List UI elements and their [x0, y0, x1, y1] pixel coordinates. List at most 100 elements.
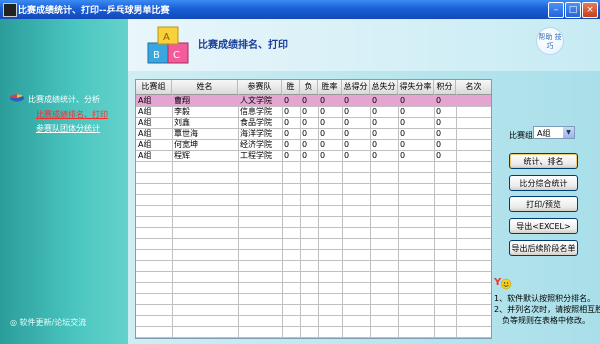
cell-name[interactable]: 刘鑫: [172, 117, 238, 128]
column-header-point-ratio[interactable]: 得失分率: [398, 80, 434, 94]
minimize-button[interactable]: –: [548, 2, 564, 18]
cell-score[interactable]: 0: [434, 139, 456, 150]
cell-wins[interactable]: 0: [282, 150, 300, 161]
rank-button[interactable]: 统计、排名: [509, 153, 578, 169]
table-row[interactable]: A组 程辉 工程学院 0 0 0 0 0 0 0: [136, 150, 491, 161]
cell-point-ratio[interactable]: 0: [398, 106, 434, 117]
cell-group[interactable]: A组: [136, 95, 172, 106]
cell-rank[interactable]: [456, 106, 491, 117]
table-row[interactable]: A组 覃世海 海洋学院 0 0 0 0 0 0 0: [136, 128, 491, 139]
cell-rank[interactable]: [456, 139, 491, 150]
score-summary-button[interactable]: 比分综合统计: [509, 175, 578, 191]
cell-name[interactable]: 程辉: [172, 150, 238, 161]
cell-point-ratio[interactable]: 0: [398, 139, 434, 150]
cell-score[interactable]: 0: [434, 106, 456, 117]
cell-wins[interactable]: 0: [282, 106, 300, 117]
cell-group[interactable]: A组: [136, 117, 172, 128]
cell-name[interactable]: 李毅: [172, 106, 238, 117]
column-header-team[interactable]: 参赛队: [238, 80, 282, 94]
column-header-score[interactable]: 积分: [434, 80, 456, 94]
cell-team[interactable]: 海洋学院: [238, 128, 282, 139]
help-tips-button[interactable]: 帮助 技巧: [536, 27, 564, 55]
export-next-stage-button[interactable]: 导出后续阶段名单: [509, 240, 578, 256]
column-header-name[interactable]: 姓名: [172, 80, 238, 94]
cell-rank[interactable]: [456, 150, 491, 161]
cell-rank[interactable]: [456, 117, 491, 128]
cell-losses[interactable]: 0: [300, 95, 318, 106]
export-excel-button[interactable]: 导出<EXCEL>: [509, 218, 578, 234]
chevron-down-icon[interactable]: ▼: [563, 127, 574, 138]
cell-losses[interactable]: 0: [300, 150, 318, 161]
column-header-points-against[interactable]: 总失分: [370, 80, 398, 94]
cell-score[interactable]: 0: [434, 95, 456, 106]
sidebar-item-team-score[interactable]: 参赛队团体分统计: [36, 123, 100, 134]
column-header-win-rate[interactable]: 胜率: [318, 80, 342, 94]
cell-name[interactable]: 何宽坤: [172, 139, 238, 150]
cell-score[interactable]: 0: [434, 117, 456, 128]
table-row[interactable]: A组 曹翔 人文学院 0 0 0 0 0 0 0: [136, 95, 491, 106]
cell-points-against[interactable]: 0: [370, 106, 398, 117]
results-table[interactable]: 比赛组 姓名 参赛队 胜 负 胜率 总得分 总失分 得失分率 积分 名次 A组 …: [135, 79, 492, 339]
cell-team[interactable]: 工程学院: [238, 150, 282, 161]
close-button[interactable]: ×: [582, 2, 598, 18]
column-header-wins[interactable]: 胜: [282, 80, 300, 94]
cell-wins[interactable]: 0: [282, 139, 300, 150]
cell-rank[interactable]: [456, 95, 491, 106]
cell-points-for[interactable]: 0: [342, 95, 370, 106]
cell-point-ratio[interactable]: 0: [398, 95, 434, 106]
maximize-button[interactable]: □: [565, 2, 581, 18]
cell-points-against[interactable]: 0: [370, 95, 398, 106]
cell-win-rate[interactable]: 0: [318, 95, 342, 106]
cell-group[interactable]: A组: [136, 139, 172, 150]
software-update-link[interactable]: ◎ 软件更新/论坛交流: [10, 317, 86, 328]
note-line: 负等规则在表格中修改。: [502, 316, 590, 325]
cell-score[interactable]: 0: [434, 128, 456, 139]
group-select[interactable]: A组 ▼: [533, 126, 575, 139]
cell-name[interactable]: 曹翔: [172, 95, 238, 106]
cell-point-ratio[interactable]: 0: [398, 128, 434, 139]
cell-name[interactable]: 覃世海: [172, 128, 238, 139]
cell-team[interactable]: 人文学院: [238, 95, 282, 106]
cell-points-for[interactable]: 0: [342, 128, 370, 139]
cell-losses[interactable]: 0: [300, 117, 318, 128]
cell-rank[interactable]: [456, 128, 491, 139]
column-header-losses[interactable]: 负: [300, 80, 318, 94]
table-row[interactable]: A组 李毅 信息学院 0 0 0 0 0 0 0: [136, 106, 491, 117]
cell-team[interactable]: 经济学院: [238, 139, 282, 150]
cell-score[interactable]: 0: [434, 150, 456, 161]
cell-point-ratio[interactable]: 0: [398, 117, 434, 128]
cell-group[interactable]: A组: [136, 106, 172, 117]
table-row[interactable]: A组 何宽坤 经济学院 0 0 0 0 0 0 0: [136, 139, 491, 150]
cell-points-against[interactable]: 0: [370, 150, 398, 161]
column-header-points-for[interactable]: 总得分: [342, 80, 370, 94]
cell-win-rate[interactable]: 0: [318, 128, 342, 139]
cell-points-for[interactable]: 0: [342, 117, 370, 128]
print-preview-button[interactable]: 打印/预览: [509, 196, 578, 212]
cell-group[interactable]: A组: [136, 128, 172, 139]
cell-losses[interactable]: 0: [300, 128, 318, 139]
cell-win-rate[interactable]: 0: [318, 117, 342, 128]
cell-losses[interactable]: 0: [300, 106, 318, 117]
cell-wins[interactable]: 0: [282, 117, 300, 128]
cell-point-ratio[interactable]: 0: [398, 150, 434, 161]
cell-points-for[interactable]: 0: [342, 106, 370, 117]
column-header-group[interactable]: 比赛组: [136, 80, 172, 94]
cell-points-against[interactable]: 0: [370, 117, 398, 128]
cell-team[interactable]: 信息学院: [238, 106, 282, 117]
cell-points-for[interactable]: 0: [342, 139, 370, 150]
cell-win-rate[interactable]: 0: [318, 139, 342, 150]
cell-group[interactable]: A组: [136, 150, 172, 161]
cell-team[interactable]: 食品学院: [238, 117, 282, 128]
sidebar-item-ranking-print[interactable]: 比赛成绩排名、打印: [36, 109, 108, 120]
cell-wins[interactable]: 0: [282, 95, 300, 106]
cell-win-rate[interactable]: 0: [318, 150, 342, 161]
title-bar[interactable]: 比赛成绩统计、打印--乒乓球男单比赛 – □ ×: [0, 0, 600, 19]
cell-points-against[interactable]: 0: [370, 139, 398, 150]
cell-losses[interactable]: 0: [300, 139, 318, 150]
cell-wins[interactable]: 0: [282, 128, 300, 139]
table-row[interactable]: A组 刘鑫 食品学院 0 0 0 0 0 0 0: [136, 117, 491, 128]
cell-points-for[interactable]: 0: [342, 150, 370, 161]
cell-win-rate[interactable]: 0: [318, 106, 342, 117]
column-header-rank[interactable]: 名次: [456, 80, 491, 94]
cell-points-against[interactable]: 0: [370, 128, 398, 139]
